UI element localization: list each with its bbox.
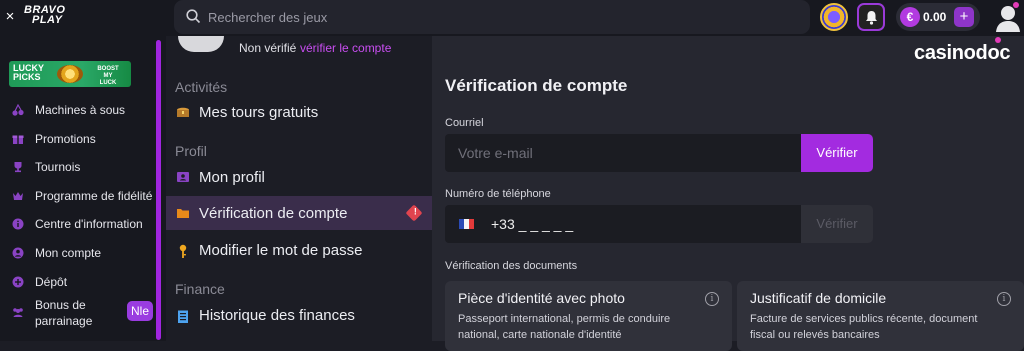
bell-icon: [866, 11, 877, 25]
card-description: Passeport international, permis de condu…: [458, 313, 671, 341]
logo-line-2: PLAY: [32, 14, 63, 26]
account-menu: Non vérifié vérifier le compte Activités…: [166, 36, 432, 341]
sidebar-item-promotions[interactable]: Promotions: [0, 125, 155, 154]
phone-field[interactable]: +33 _ _ _ _ _: [445, 205, 801, 243]
search-input[interactable]: [208, 0, 788, 34]
sidebar-item-label: Programme de fidélité: [35, 188, 153, 203]
email-label: Courriel: [445, 117, 484, 129]
section-profile: Profil: [175, 143, 207, 159]
card-title: Pièce d'identité avec photo: [458, 290, 625, 306]
balance-widget[interactable]: € 0.00 +: [896, 3, 980, 31]
sidebar-item-info-center[interactable]: Centre d'information: [0, 210, 155, 239]
key-icon: [179, 244, 187, 258]
menu-item-label: Mes tours gratuits: [199, 104, 319, 121]
sidebar-item-loyalty[interactable]: Programme de fidélité: [0, 182, 155, 211]
cherries-icon: [12, 104, 24, 116]
sidebar-item-referral[interactable]: Bonus de parrainage Nle: [0, 296, 155, 328]
new-badge: Nle: [127, 301, 153, 322]
sidebar-item-label: Mon compte: [35, 245, 102, 260]
card-description: Facture de services publics récente, doc…: [750, 313, 978, 341]
verification-panel: casinodoc Vérification de compte Courrie…: [432, 36, 1024, 351]
folder-icon: [177, 209, 189, 218]
menu-item-label: Modifier le mot de passe: [199, 242, 363, 259]
sidebar-item-label: Dépôt: [35, 274, 68, 289]
sidebar-item-label: Promotions: [35, 131, 96, 146]
brand-logo[interactable]: BRAVO PLAY: [24, 5, 78, 29]
section-finance: Finance: [175, 281, 225, 297]
menu-item-finance-history[interactable]: Historique des finances: [166, 298, 432, 332]
coin-icon: [57, 65, 83, 83]
info-icon[interactable]: i: [705, 292, 719, 306]
document-list-icon: [178, 310, 188, 323]
info-icon: [12, 218, 24, 230]
info-icon[interactable]: i: [997, 292, 1011, 306]
referral-icon: [13, 308, 23, 318]
sidebar-item-label: Centre d'information: [35, 217, 143, 232]
sidebar-item-label: Tournois: [35, 160, 81, 175]
sidebar-item-label: Bonus de parrainage: [35, 298, 93, 329]
menu-item-label: Vérification de compte: [199, 205, 348, 222]
warning-glyph: !: [413, 206, 417, 217]
left-sidebar: LUCKY PICKS BOOST MY LUCK Machines à sou…: [0, 36, 166, 341]
email-field-wrapper: [445, 134, 801, 172]
user-avatar[interactable]: [994, 2, 1022, 32]
euro-icon: €: [900, 7, 920, 27]
account-icon: [12, 247, 24, 259]
sidebar-item-deposit[interactable]: Dépôt: [0, 268, 155, 297]
profile-avatar: [178, 36, 224, 52]
phone-value: +33 _ _ _ _ _: [491, 216, 574, 232]
page-title: Vérification de compte: [445, 76, 628, 95]
crown-icon: [13, 191, 23, 200]
trophy-icon: [14, 162, 22, 173]
treasure-chest-icon: [177, 107, 189, 117]
france-flag-icon[interactable]: [459, 219, 474, 229]
verification-status: Non vérifié: [239, 41, 297, 55]
menu-item-my-profile[interactable]: Mon profil: [166, 160, 432, 194]
notifications-button[interactable]: [857, 3, 885, 31]
gift-icon: [12, 135, 24, 144]
lucky-picks-banner[interactable]: LUCKY PICKS BOOST MY LUCK: [9, 61, 131, 87]
menu-item-label: Mon profil: [199, 169, 265, 186]
balance-amount: 0.00: [923, 10, 947, 24]
phone-label: Numéro de téléphone: [445, 188, 551, 200]
sidebar-item-my-account[interactable]: Mon compte: [0, 239, 155, 268]
menu-item-label: Historique des finances: [199, 307, 355, 324]
close-icon[interactable]: ×: [4, 7, 16, 27]
banner-tag-1: BOOST: [97, 66, 119, 72]
menu-item-account-verification[interactable]: Vérification de compte !: [166, 196, 432, 230]
search-icon: [186, 9, 201, 24]
verify-email-button[interactable]: Vérifier: [801, 134, 873, 172]
email-field[interactable]: [445, 134, 801, 172]
sidebar-item-tournaments[interactable]: Tournois: [0, 153, 155, 182]
casinodoc-watermark: casinodoc: [914, 42, 1011, 64]
fortune-wheel-icon[interactable]: [820, 3, 848, 31]
banner-line-2: PICKS: [13, 72, 41, 82]
search-bar[interactable]: [174, 0, 810, 34]
banner-tag: BOOST MY LUCK: [95, 66, 121, 87]
warning-icon: !: [405, 204, 423, 222]
documents-label: Vérification des documents: [445, 260, 578, 272]
sidebar-nav: Machines à sous Promotions Tournois Prog…: [0, 96, 155, 328]
deposit-icon: [12, 276, 24, 288]
verify-phone-button[interactable]: Vérifier: [801, 205, 873, 243]
profile-card-icon: [177, 172, 189, 182]
banner-tag-2: MY LUCK: [99, 73, 117, 86]
watermark-bow-icon: [995, 37, 1001, 43]
top-bar: × BRAVO PLAY € 0.00 +: [0, 0, 1024, 36]
sidebar-item-label: Machines à sous: [35, 103, 126, 117]
section-activities: Activités: [175, 79, 228, 95]
banner-title: LUCKY PICKS: [13, 64, 51, 82]
card-title: Justificatif de domicile: [750, 290, 887, 306]
add-funds-button[interactable]: +: [954, 7, 974, 27]
sidebar-scrollbar[interactable]: [156, 40, 161, 340]
sidebar-item-slots[interactable]: Machines à sous: [0, 96, 155, 125]
menu-item-change-password[interactable]: Modifier le mot de passe: [166, 233, 432, 267]
verify-account-link[interactable]: vérifier le compte: [300, 41, 391, 55]
menu-item-free-spins[interactable]: Mes tours gratuits: [166, 95, 432, 129]
